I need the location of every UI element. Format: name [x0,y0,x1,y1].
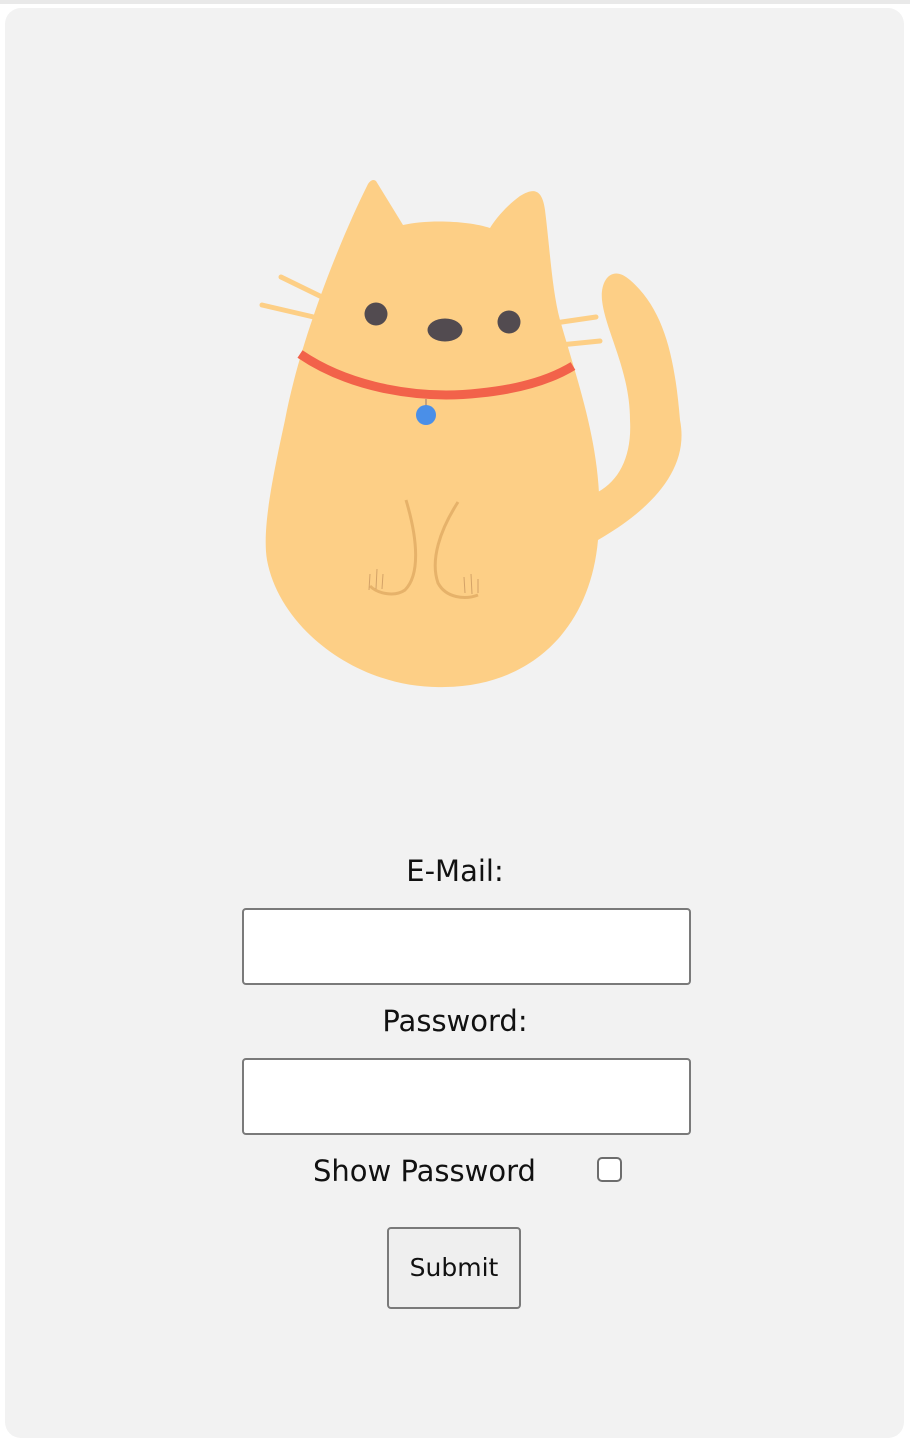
cat-collar-tag [416,405,436,425]
password-label: Password: [382,1004,528,1038]
email-label: E-Mail: [406,854,504,888]
cat-eye-right [497,310,521,334]
submit-button[interactable]: Submit [387,1227,521,1309]
cat-body [265,180,600,688]
email-field[interactable] [242,908,691,985]
show-password-label: Show Password [313,1154,536,1188]
show-password-checkbox[interactable] [597,1157,622,1182]
password-field[interactable] [242,1058,691,1135]
cat-illustration [259,180,682,688]
cat-nose [427,318,463,342]
cat-tail [598,273,682,540]
cat-eye-left [364,302,388,326]
